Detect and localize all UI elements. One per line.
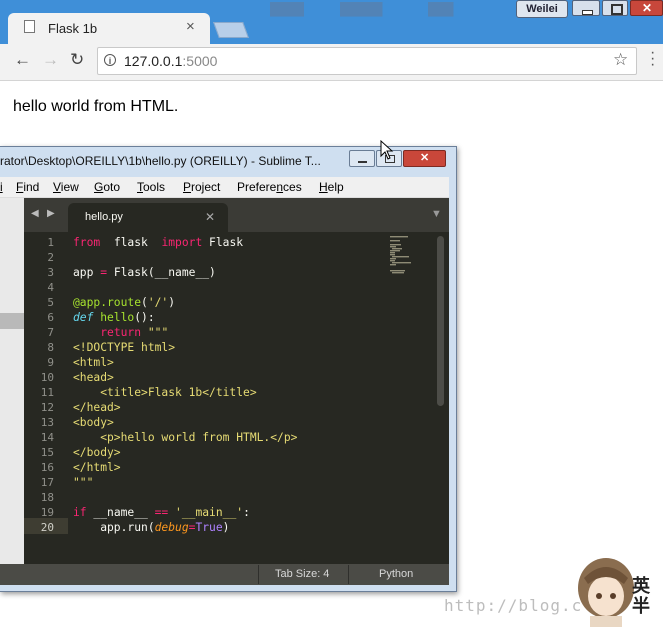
line-number: 4 — [47, 281, 54, 294]
line-number: 11 — [40, 386, 54, 399]
menu-item-edit-partial[interactable]: i — [0, 180, 3, 194]
line-number: 10 — [40, 371, 54, 384]
sidebar-selection — [0, 313, 24, 329]
line-number: 5 — [47, 296, 54, 309]
minimize-icon — [582, 10, 593, 15]
maximize-button[interactable] — [602, 0, 628, 16]
document-icon — [24, 20, 35, 33]
code-line: <title>Flask 1b</title> — [73, 386, 257, 399]
forward-arrow-icon[interactable]: → — [42, 50, 59, 70]
line-number: 2 — [47, 251, 54, 264]
tab-size-indicator[interactable]: Tab Size: 4 — [275, 568, 329, 580]
code-line: <!DOCTYPE html> — [73, 341, 176, 354]
sidebar-panel — [0, 198, 24, 564]
line-number: 18 — [40, 491, 54, 504]
reload-icon[interactable]: ↻ — [70, 50, 84, 70]
editor-scrollbar[interactable] — [437, 236, 444, 406]
blurred-desktop-text: █████ — [340, 2, 383, 16]
code-line: <head> — [73, 371, 114, 384]
menu-item-help[interactable]: Help — [319, 180, 344, 194]
line-number: 16 — [40, 461, 54, 474]
code-line: from flask import Flask — [73, 236, 244, 249]
mouse-cursor-icon — [380, 140, 394, 160]
tab-left-arrow-icon[interactable]: ◀ — [31, 208, 39, 219]
code-line: """ — [73, 476, 94, 489]
sublime-window-title: rator\Desktop\OREILLY\1b\hello.py (OREIL… — [0, 154, 321, 168]
code-line: </head> — [73, 401, 121, 414]
blurred-desktop-text: ████ — [270, 2, 305, 16]
close-icon: ✕ — [642, 1, 653, 15]
star-icon[interactable]: ☆ — [613, 50, 628, 70]
line-number: 6 — [47, 311, 54, 324]
minimap[interactable] — [388, 236, 428, 278]
back-arrow-icon[interactable]: ← — [14, 50, 31, 70]
sublime-minimize-button[interactable] — [349, 150, 375, 167]
tab-right-arrow-icon[interactable]: ▶ — [47, 208, 55, 219]
url-text[interactable]: 127.0.0.1:5000 — [124, 53, 217, 69]
close-window-button[interactable]: ✕ — [630, 0, 663, 16]
line-number: 13 — [40, 416, 54, 429]
line-number: 3 — [47, 266, 54, 279]
menu-item-view[interactable]: View — [53, 180, 79, 194]
line-number: 19 — [40, 506, 54, 519]
code-line: <html> — [73, 356, 114, 369]
code-line: <body> — [73, 416, 114, 429]
minimize-icon — [358, 161, 367, 163]
menu-item-project[interactable]: Project — [183, 180, 220, 194]
close-icon: ✕ — [420, 152, 430, 164]
tab-menu-icon[interactable]: ▼ — [431, 208, 442, 220]
code-line: </html> — [73, 461, 121, 474]
blurred-desktop-text: ███ — [428, 2, 454, 16]
line-number: 14 — [40, 431, 54, 444]
status-separator — [348, 565, 349, 584]
browser-tab[interactable] — [8, 13, 210, 45]
code-line: app.run(debug=True) — [73, 521, 230, 534]
line-number: 17 — [40, 476, 54, 489]
code-line: @app.route('/') — [73, 296, 176, 309]
line-number: 7 — [47, 326, 54, 339]
anime-avatar-watermark — [578, 558, 634, 627]
code-line: if __name__ == '__main__': — [73, 506, 250, 519]
line-number: 1 — [47, 236, 54, 249]
line-number: 20 — [40, 521, 54, 534]
maximize-icon — [611, 4, 623, 15]
menu-icon[interactable]: · · · — [650, 45, 655, 73]
minimize-button[interactable] — [572, 0, 600, 16]
syntax-indicator[interactable]: Python — [379, 568, 413, 580]
file-tab-label: hello.py — [85, 211, 123, 223]
line-number: 12 — [40, 401, 54, 414]
menu-item-tools[interactable]: Tools — [137, 180, 165, 194]
code-line: app = Flask(__name__) — [73, 266, 216, 279]
code-line: <p>hello world from HTML.</p> — [73, 431, 298, 444]
line-number: 8 — [47, 341, 54, 354]
code-line: def hello(): — [73, 311, 155, 324]
sublime-close-button[interactable]: ✕ — [403, 150, 446, 167]
close-file-tab-icon[interactable]: ✕ — [205, 210, 215, 224]
tab-title: Flask 1b — [48, 21, 98, 36]
info-icon[interactable]: i — [104, 54, 116, 66]
menu-item-preferences[interactable]: Preferences — [237, 180, 302, 194]
close-tab-icon[interactable]: × — [186, 18, 195, 35]
code-line: return """ — [100, 326, 169, 339]
profile-button[interactable]: Weilei — [516, 0, 568, 18]
menu-item-find[interactable]: Find — [16, 180, 39, 194]
menu-item-goto[interactable]: Goto — [94, 180, 120, 194]
line-number: 15 — [40, 446, 54, 459]
code-line: </body> — [73, 446, 121, 459]
page-content-text: hello world from HTML. — [13, 98, 179, 115]
watermark-seal: 英半 — [632, 576, 650, 617]
watermark-url: http://blog.c — [444, 596, 583, 615]
line-number: 9 — [47, 356, 54, 369]
new-tab-button[interactable] — [213, 22, 249, 38]
status-separator — [258, 565, 259, 584]
